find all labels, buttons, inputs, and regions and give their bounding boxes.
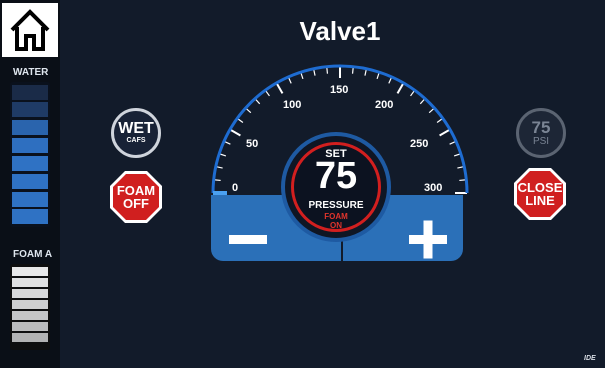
foam-segment	[12, 322, 48, 331]
water-segment	[12, 209, 48, 224]
psi-value: 75	[531, 118, 551, 137]
page-title: Valve1	[299, 16, 381, 46]
gauge-tick	[229, 128, 241, 137]
tick-label: 50	[246, 138, 259, 150]
foam-segment	[12, 267, 48, 276]
water-label: WATER	[13, 67, 49, 78]
foam-status-label: FOAM ON	[324, 212, 348, 230]
close-line-label: CLOSE LINE	[517, 180, 563, 208]
foam-segment	[12, 333, 48, 342]
water-segment	[12, 85, 48, 100]
pressure-label: PRESSURE	[308, 200, 364, 211]
tick-label: 100	[283, 99, 302, 111]
water-level-bar	[10, 82, 50, 227]
set-pressure-value: 75	[314, 155, 358, 197]
tick-label: 150	[330, 84, 349, 96]
foam-segment	[12, 311, 48, 320]
wet-label: WET	[118, 120, 154, 137]
water-segment	[12, 102, 48, 117]
psi-indicator: 75 PSI	[516, 108, 566, 158]
foam-segment	[12, 300, 48, 309]
gauge-tick	[396, 82, 405, 94]
tick-label: 0	[232, 182, 239, 194]
tick-label: 200	[375, 99, 394, 111]
water-segment	[12, 156, 48, 171]
foam-segment	[12, 289, 48, 298]
home-icon	[10, 9, 50, 51]
foam-off-label: FOAM OFF	[116, 183, 156, 211]
water-segment	[12, 192, 48, 207]
foam-a-label: FOAM A	[13, 249, 53, 260]
wet-cafs-button[interactable]: WET CAFS	[111, 108, 161, 158]
cafs-label: CAFS	[126, 137, 146, 144]
water-segment	[12, 138, 48, 153]
tick-label: 250	[410, 138, 429, 150]
brand-logo: IDE	[584, 355, 596, 362]
water-segment	[12, 174, 48, 189]
home-button[interactable]	[2, 3, 58, 57]
water-segment	[12, 120, 48, 135]
gauge-tick	[439, 128, 451, 137]
gauge-tick	[275, 82, 284, 94]
tick-label: 300	[424, 182, 443, 194]
foam-segment	[12, 278, 48, 287]
psi-unit: PSI	[532, 136, 550, 147]
foam-level-bar	[10, 264, 50, 350]
